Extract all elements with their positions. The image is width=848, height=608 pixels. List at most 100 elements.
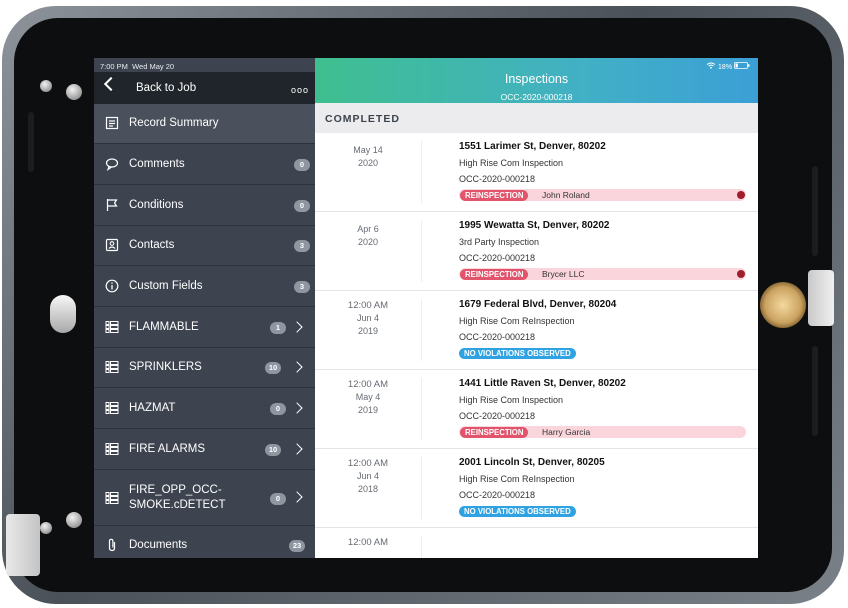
record-id: OCC-2020-000218 bbox=[459, 174, 536, 184]
chevron-right-icon bbox=[291, 321, 303, 333]
inspection-type: High Rise Com ReInspection bbox=[459, 316, 575, 326]
inspection-date: 12:00 AM Jun 4 2019 bbox=[315, 299, 421, 338]
sidebar-item-label: Conditions bbox=[129, 199, 184, 211]
info-icon bbox=[105, 279, 119, 293]
back-to-job-button[interactable]: Back to Job ooo bbox=[94, 72, 315, 104]
sidebar-item-label: Record Summary bbox=[129, 117, 219, 129]
record-id: OCC-2020-000218 bbox=[459, 332, 536, 342]
sidebar-item-flammable[interactable]: FLAMMABLE 1 bbox=[94, 308, 315, 348]
record-id: OCC-2020-000218 bbox=[459, 253, 536, 263]
count-badge: 3 bbox=[294, 240, 310, 252]
inspection-date: 12:00 AM bbox=[315, 536, 421, 549]
divider bbox=[421, 299, 422, 361]
case-screw bbox=[40, 80, 52, 92]
status-badge: NO VIOLATIONS OBSERVED bbox=[459, 506, 576, 517]
side-button bbox=[50, 295, 76, 333]
case-screw bbox=[66, 512, 82, 528]
inspection-type: High Rise Com Inspection bbox=[459, 158, 564, 168]
inspection-row[interactable]: May 14 2020 1551 Larimer St, Denver, 802… bbox=[315, 133, 758, 212]
sidebar-item-label: Contacts bbox=[129, 239, 175, 251]
chevron-right-icon bbox=[291, 402, 303, 414]
sidebar-item-documents[interactable]: Documents 23 bbox=[94, 526, 315, 558]
inspection-row[interactable]: 12:00 AM bbox=[315, 528, 758, 558]
battery-percent: 18% bbox=[718, 64, 733, 71]
divider bbox=[421, 457, 422, 519]
inspection-date: Apr 6 2020 bbox=[315, 223, 421, 249]
sidebar-item-conditions[interactable]: Conditions 0 bbox=[94, 186, 315, 226]
chevron-right-icon bbox=[291, 361, 303, 373]
page-title: Inspections bbox=[504, 72, 569, 86]
sidebar-item-custom-fields[interactable]: Custom Fields 3 bbox=[94, 267, 315, 307]
list-icon bbox=[105, 443, 119, 455]
inspection-type: High Rise Com Inspection bbox=[459, 395, 564, 405]
record-id: OCC-2020-000218 bbox=[459, 411, 536, 421]
date-line-1: Jun 4 bbox=[356, 313, 380, 323]
more-options-icon[interactable]: ooo bbox=[291, 85, 309, 95]
inspection-time: 12:00 AM bbox=[347, 537, 389, 548]
sidebar-item-fire-opp-occ-smoke[interactable]: FIRE_OPP_OCC- SMOKE.cDETECT 0 bbox=[94, 471, 315, 526]
status-badge: REINSPECTION bbox=[460, 427, 529, 438]
inspection-address: 1679 Federal Blvd, Denver, 80204 bbox=[459, 299, 617, 310]
status-badge: REINSPECTION bbox=[460, 190, 529, 201]
list-icon bbox=[105, 402, 119, 414]
status-date: Wed May 20 bbox=[132, 62, 175, 71]
sidebar-item-label: SPRINKLERS bbox=[129, 361, 202, 373]
date-line-2: 2020 bbox=[357, 237, 379, 247]
sidebar-item-label: FIRE ALARMS bbox=[129, 443, 206, 455]
inspection-row[interactable]: Apr 6 2020 1995 Wewatta St, Denver, 8020… bbox=[315, 212, 758, 291]
date-line-2: 2019 bbox=[357, 405, 379, 415]
date-line-1: May 4 bbox=[355, 392, 381, 402]
count-badge: 23 bbox=[289, 540, 305, 552]
chevron-right-icon bbox=[291, 491, 303, 503]
sidebar-item-contacts[interactable]: Contacts 3 bbox=[94, 226, 315, 266]
inspection-row[interactable]: 12:00 AM May 4 2019 1441 Little Raven St… bbox=[315, 370, 758, 449]
home-button[interactable] bbox=[760, 282, 806, 328]
date-line-2: 2018 bbox=[357, 484, 379, 494]
inspection-address: 1995 Wewatta St, Denver, 80202 bbox=[459, 220, 610, 231]
inspector-name: Brycer LLC bbox=[542, 269, 585, 279]
inspection-time: 12:00 AM bbox=[347, 458, 389, 469]
case-slot bbox=[812, 346, 818, 436]
back-label: Back to Job bbox=[136, 82, 197, 94]
list-icon bbox=[105, 361, 119, 373]
sidebar-item-label: FLAMMABLE bbox=[129, 321, 199, 333]
date-line-2: 2020 bbox=[357, 158, 379, 168]
count-badge: 3 bbox=[294, 281, 310, 293]
inspection-row[interactable]: 12:00 AM Jun 4 2018 2001 Lincoln St, Den… bbox=[315, 449, 758, 528]
label-line-2: SMOKE.cDETECT bbox=[129, 499, 226, 511]
case-slot bbox=[28, 112, 34, 172]
chevron-left-icon bbox=[103, 76, 119, 92]
sidebar-item-label: Comments bbox=[129, 158, 185, 170]
sidebar-item-record-summary[interactable]: Record Summary bbox=[94, 104, 315, 144]
date-line-1: Jun 4 bbox=[356, 471, 380, 481]
inspector-name: Harry Garcia bbox=[542, 427, 591, 437]
status-time-date: 7:00 PM Wed May 20 bbox=[100, 62, 174, 71]
divider bbox=[421, 378, 422, 440]
flag-icon bbox=[106, 199, 118, 211]
section-label: COMPLETED bbox=[325, 113, 400, 125]
inspection-address: 2001 Lincoln St, Denver, 80205 bbox=[459, 457, 605, 468]
case-screw bbox=[40, 522, 52, 534]
section-header-completed: COMPLETED bbox=[315, 103, 758, 133]
sidebar-item-comments[interactable]: Comments 0 bbox=[94, 145, 315, 185]
paperclip-icon bbox=[108, 538, 116, 552]
sidebar-item-fire-alarms[interactable]: FIRE ALARMS 10 bbox=[94, 430, 315, 470]
inspection-time: 12:00 AM bbox=[347, 379, 389, 390]
count-badge: 0 bbox=[294, 159, 310, 171]
alert-indicator-icon bbox=[737, 270, 745, 278]
sidebar-item-sprinklers[interactable]: SPRINKLERS 10 bbox=[94, 348, 315, 388]
count-badge: 0 bbox=[270, 493, 286, 505]
sidebar-item-hazmat[interactable]: HAZMAT 0 bbox=[94, 389, 315, 429]
chevron-right-icon bbox=[291, 443, 303, 455]
inspector-name: John Roland bbox=[542, 190, 590, 200]
case-clip bbox=[6, 514, 40, 576]
record-summary-icon bbox=[105, 116, 119, 130]
count-badge: 0 bbox=[294, 200, 310, 212]
list-icon bbox=[105, 321, 119, 333]
inspection-row[interactable]: 12:00 AM Jun 4 2019 1679 Federal Blvd, D… bbox=[315, 291, 758, 370]
alert-indicator-icon bbox=[737, 191, 745, 199]
count-badge: 10 bbox=[265, 444, 281, 456]
inspection-type: 3rd Party Inspection bbox=[459, 237, 540, 247]
inspection-date: 12:00 AM Jun 4 2018 bbox=[315, 457, 421, 496]
date-line-2: 2019 bbox=[357, 326, 379, 336]
